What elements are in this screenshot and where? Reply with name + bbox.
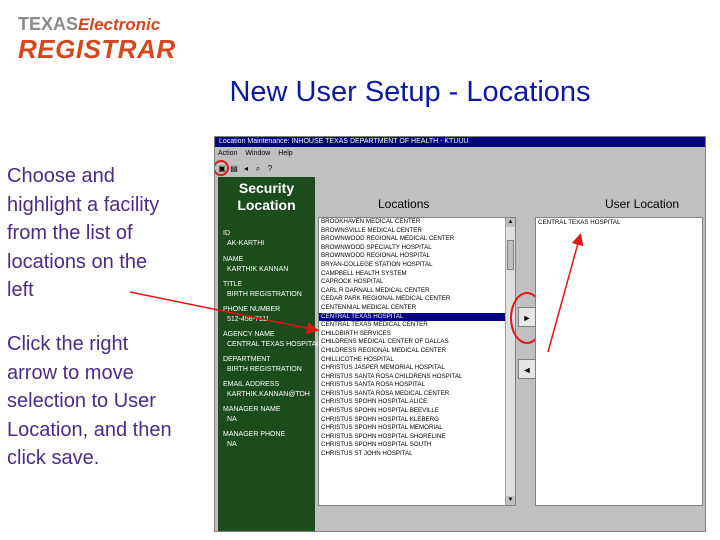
print-icon[interactable]: ▤	[229, 164, 239, 174]
scroll-up-icon[interactable]: ▲	[506, 218, 515, 227]
field-label-id: ID	[223, 230, 230, 237]
location-item[interactable]: BROOKHAVEN MEDICAL CENTER	[319, 218, 515, 227]
field-label-name: NAME	[223, 256, 244, 263]
field-label-title: TITLE	[223, 281, 243, 288]
location-item[interactable]: CHRISTUS SPOHN HOSPITAL SOUTH	[319, 441, 515, 450]
location-item[interactable]: CHRISTUS ST JOHN HOSPITAL	[319, 450, 515, 459]
field-value-id: AK-KARTHI	[227, 240, 265, 247]
location-item[interactable]: CHRISTUS JASPER MEMORIAL HOSPITAL	[319, 364, 515, 373]
location-item[interactable]: CAMPBELL HEALTH SYSTEM	[319, 270, 515, 279]
location-item[interactable]: CEDAR PARK REGIONAL MEDICAL CENTER	[319, 295, 515, 304]
security-location-panel: Security Location ID AK-KARTHI NAME KART…	[218, 177, 320, 531]
field-value-name: KARTHIK KANNAN	[227, 266, 289, 273]
location-item[interactable]: BROWNSVILLE MEDICAL CENTER	[319, 227, 515, 236]
location-maintenance-window: Location Maintenance: INHOUSE TEXAS DEPA…	[214, 136, 706, 532]
location-item[interactable]: CAPROCK HOSPITAL	[319, 278, 515, 287]
menu-window[interactable]: Window	[245, 150, 270, 157]
menu-action[interactable]: Action	[218, 150, 237, 157]
location-item[interactable]: CHILDRENS MEDICAL CENTER OF DALLAS	[319, 338, 515, 347]
instruction-move-and-save: Click the right arrow to move selection …	[7, 333, 172, 469]
field-label-department: DEPARTMENT	[223, 356, 271, 363]
location-item[interactable]: CENTRAL TEXAS HOSPITAL	[319, 312, 515, 322]
location-item[interactable]: CENTENNIAL MEDICAL CENTER	[319, 304, 515, 313]
location-item[interactable]: CHRISTUS SANTA ROSA HOSPITAL	[319, 381, 515, 390]
window-title: Location Maintenance: INHOUSE TEXAS DEPA…	[215, 137, 705, 147]
location-item[interactable]: CHILDBIRTH SERVICES	[319, 330, 515, 339]
scroll-down-icon[interactable]: ▼	[506, 496, 515, 505]
field-value-phone: 512-458-7111	[227, 316, 270, 323]
locations-list[interactable]: BROOKHAVEN MEDICAL CENTER BROWNSVILLE MED…	[318, 217, 516, 506]
location-item[interactable]: CENTRAL TEXAS MEDICAL CENTER	[319, 321, 515, 330]
location-item[interactable]: CHRISTUS SPOHN HOSPITAL KLEBERG	[319, 416, 515, 425]
locations-header: Locations	[378, 197, 430, 211]
location-item[interactable]: CHILLICOTHE HOSPITAL	[319, 356, 515, 365]
field-value-email: KARTHIK.KANNAN@TDH	[227, 391, 310, 398]
location-item[interactable]: CHRISTUS SPOHN HOSPITAL BEEVILLE	[319, 407, 515, 416]
help-icon[interactable]: ?	[265, 164, 275, 174]
location-item[interactable]: CHRISTUS SANTA ROSA CHILDRENS HOSPITAL	[319, 373, 515, 382]
location-item[interactable]: BRYAN-COLLEGE STATION HOSPITAL	[319, 261, 515, 270]
location-item[interactable]: BROWNWOOD SPECIALTY HOSPITAL	[319, 244, 515, 253]
field-value-department: BIRTH REGISTRATION	[227, 366, 302, 373]
location-item[interactable]: CHRISTUS SPOHN HOSPITAL ALICE	[319, 398, 515, 407]
location-item[interactable]: BROWNWOOD REGIONAL MEDICAL CENTER	[319, 235, 515, 244]
field-label-email: EMAIL ADDRESS	[223, 381, 280, 388]
location-item[interactable]: CHRISTUS SPOHN HOSPITAL SHORELINE	[319, 433, 515, 442]
location-item[interactable]: BROWNWOOD REGIONAL HOSPITAL	[319, 252, 515, 261]
scroll-thumb[interactable]	[507, 240, 514, 270]
location-item[interactable]: CHILDRESS REGIONAL MEDICAL CENTER	[319, 347, 515, 356]
security-location-title: Security Location	[237, 180, 296, 213]
logo-line1: TEXASElectronic	[18, 14, 161, 34]
field-label-agency: AGENCY NAME	[223, 331, 275, 338]
toolbar: ▣ ▤ ◂ ⌕ ?	[215, 160, 277, 176]
texas-electronic-registrar-logo: TEXASElectronic REGISTRAR	[18, 14, 178, 66]
locations-scrollbar[interactable]: ▲ ▼	[505, 218, 515, 505]
location-item[interactable]: CHRISTUS SANTA ROSA MEDICAL CENTER	[319, 390, 515, 399]
field-value-title: BIRTH REGISTRATION	[227, 291, 302, 298]
user-location-list[interactable]: CENTRAL TEXAS HOSPITAL	[535, 217, 703, 506]
field-label-manager-name: MANAGER NAME	[223, 406, 281, 413]
save-icon[interactable]: ▣	[215, 160, 229, 176]
back-icon[interactable]: ◂	[241, 164, 251, 174]
move-left-button[interactable]: ◄	[518, 359, 536, 379]
instruction-choose-location: Choose and highlight a facility from the…	[7, 165, 160, 301]
field-label-phone: PHONE NUMBER	[223, 306, 281, 313]
menu-bar: Action Window Help	[215, 149, 299, 159]
location-item[interactable]: CHRISTUS SPOHN HOSPITAL MEMORIAL	[319, 424, 515, 433]
save-highlight-ring	[215, 160, 229, 176]
field-label-manager-phone: MANAGER PHONE	[223, 431, 286, 438]
location-item[interactable]: CARL R DARNALL MEDICAL CENTER	[319, 287, 515, 296]
find-icon[interactable]: ⌕	[253, 164, 263, 174]
user-location-header: User Location	[605, 197, 680, 211]
field-value-manager-name: NA	[227, 416, 237, 423]
field-value-manager-phone: NA	[227, 441, 237, 448]
menu-help[interactable]: Help	[278, 150, 292, 157]
slide-title: New User Setup - Locations	[229, 76, 591, 108]
field-value-agency: CENTRAL TEXAS HOSPITAL	[227, 341, 321, 348]
logo-line2: REGISTRAR	[18, 34, 176, 64]
user-location-item[interactable]: CENTRAL TEXAS HOSPITAL	[536, 218, 702, 227]
